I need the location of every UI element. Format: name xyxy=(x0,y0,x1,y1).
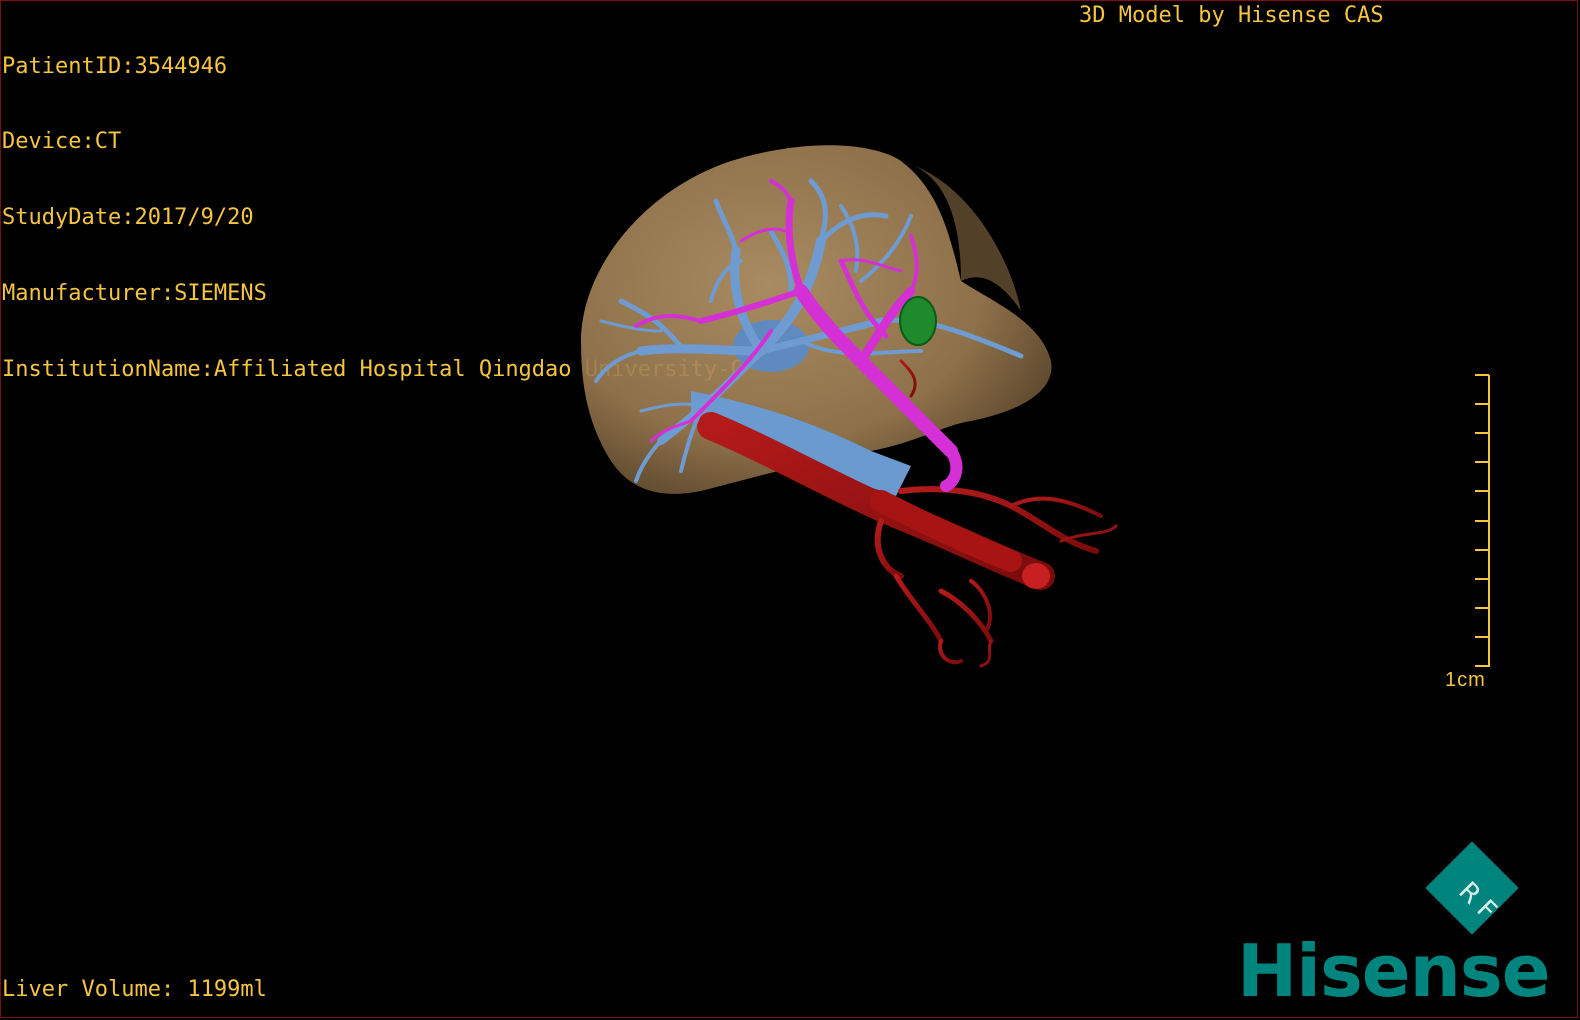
model-credit-label: 3D Model by Hisense CAS xyxy=(1079,3,1384,28)
tumor-lesion xyxy=(899,296,937,346)
3d-viewport[interactable]: PatientID:3544946 Device:CT StudyDate:20… xyxy=(0,0,1578,1018)
rf-diamond-icon: R F xyxy=(1425,841,1519,935)
scale-bar-icon xyxy=(1475,374,1490,667)
patient-id-label: PatientID:3544946 xyxy=(2,53,228,79)
hisense-logo: Hisense xyxy=(1237,929,1551,1013)
liver-volume-label: Liver Volume: 1199ml xyxy=(2,977,267,1002)
scale-bar-label: 1cm xyxy=(1445,669,1486,691)
liver-3d-model[interactable] xyxy=(541,121,1141,681)
aorta-cut-end xyxy=(1022,563,1050,589)
